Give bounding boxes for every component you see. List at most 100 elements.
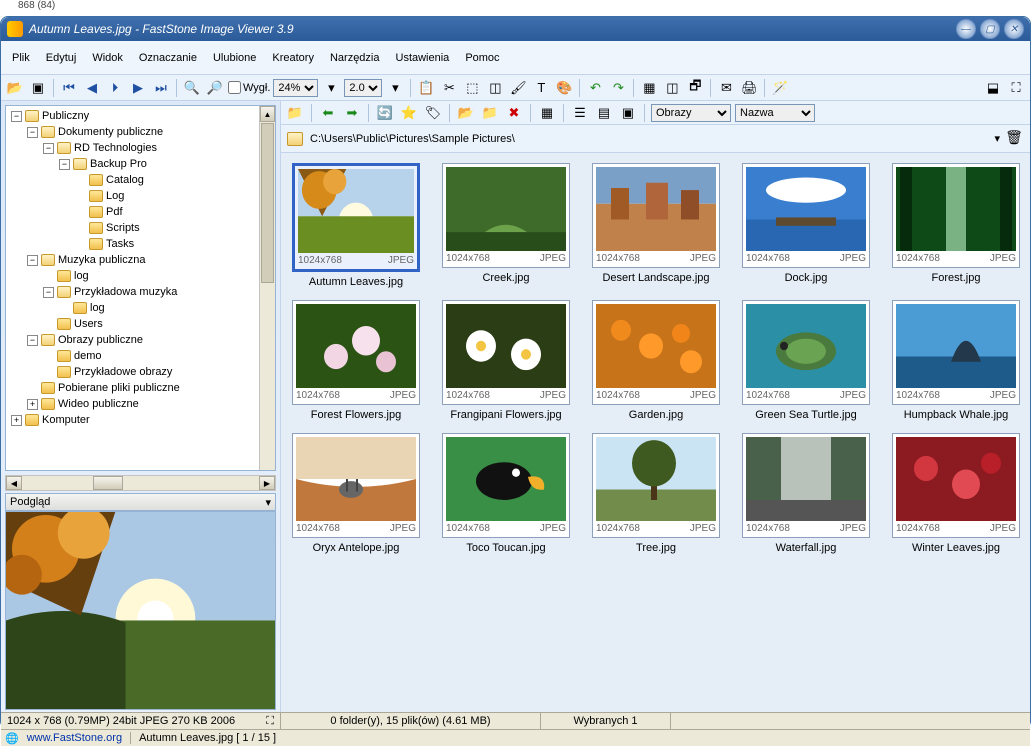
copy-icon[interactable]: 📋 <box>416 78 436 98</box>
expand-icon[interactable]: − <box>43 287 54 298</box>
thumbnail-item[interactable]: 1024x768JPEGOryx Antelope.jpg <box>291 433 421 554</box>
zoom-percent-select[interactable]: 24% <box>273 79 318 97</box>
slideshow-icon[interactable]: ▣ <box>28 78 48 98</box>
menu-file[interactable]: Plik <box>5 46 37 70</box>
favorite-icon[interactable]: ⭐ <box>399 103 419 123</box>
thumbnail-item[interactable]: 1024x768JPEGDock.jpg <box>741 163 871 288</box>
folder-tree[interactable]: −Publiczny −Dokumenty publiczne −RD Tech… <box>5 105 276 471</box>
expand-icon[interactable]: − <box>27 127 38 138</box>
zoom-in-icon[interactable]: 🔍 <box>182 78 202 98</box>
view-checkbox[interactable]: Wygł. <box>228 81 270 94</box>
print-icon[interactable]: 🖨 <box>739 78 759 98</box>
path-text[interactable]: C:\Users\Public\Pictures\Sample Pictures… <box>310 133 990 145</box>
scroll-left-icon[interactable]: ◀ <box>6 476 22 490</box>
thumbnail-item[interactable]: 1024x768JPEGGreen Sea Turtle.jpg <box>741 300 871 421</box>
tree-hscroll[interactable]: ◀ ▶ <box>5 475 276 491</box>
expand-icon[interactable]: − <box>27 335 38 346</box>
browse-folder-icon[interactable]: 📁 <box>285 103 305 123</box>
text-icon[interactable]: T <box>531 78 551 98</box>
path-dropdown-icon[interactable]: ▾ <box>994 132 1000 145</box>
scroll-right-icon[interactable]: ▶ <box>259 476 275 490</box>
menu-edit[interactable]: Edytuj <box>39 46 84 70</box>
minimize-button[interactable]: — <box>956 19 976 39</box>
expand-icon[interactable]: − <box>43 143 54 154</box>
color-icon[interactable]: 🎨 <box>554 78 574 98</box>
tree-scrollbar[interactable]: ▲ <box>259 106 275 470</box>
view-details-icon[interactable]: ▤ <box>594 103 614 123</box>
compare-icon[interactable]: ◫ <box>662 78 682 98</box>
nav-forward-icon[interactable]: ➡ <box>342 103 362 123</box>
menu-tag[interactable]: Oznaczanie <box>132 46 204 70</box>
thumbnail-item[interactable]: 1024x768JPEGToco Toucan.jpg <box>441 433 571 554</box>
thumbnail-item[interactable]: 1024x768JPEGTree.jpg <box>591 433 721 554</box>
dual-pane-icon[interactable]: ⬓ <box>983 78 1003 98</box>
thumbnails-icon[interactable]: ▦ <box>639 78 659 98</box>
menu-settings[interactable]: Ustawienia <box>389 46 457 70</box>
thumbnail-item[interactable]: 1024x768JPEGWinter Leaves.jpg <box>891 433 1021 554</box>
menu-favorites[interactable]: Ulubione <box>206 46 263 70</box>
email-icon[interactable]: ✉ <box>716 78 736 98</box>
thumbnail-item[interactable]: 1024x768JPEGAutumn Leaves.jpg <box>291 163 421 288</box>
first-icon[interactable]: ⏮ <box>59 78 79 98</box>
menu-creators[interactable]: Kreatory <box>265 46 321 70</box>
preview-image[interactable] <box>5 511 276 710</box>
maximize-button[interactable]: ▢ <box>980 19 1000 39</box>
close-button[interactable]: ✕ <box>1004 19 1024 39</box>
delete-icon[interactable]: ✖ <box>504 103 524 123</box>
sort-select[interactable]: Nazwa <box>735 104 815 122</box>
expand-icon[interactable]: − <box>27 255 38 266</box>
folder-up-icon[interactable]: 📂 <box>5 78 25 98</box>
thumbnail-item[interactable]: 1024x768JPEGFrangipani Flowers.jpg <box>441 300 571 421</box>
scale-select[interactable]: 2.0 <box>344 79 382 97</box>
view-tiles-icon[interactable]: ▣ <box>618 103 638 123</box>
hscroll-thumb[interactable] <box>93 476 123 490</box>
play-icon[interactable]: ⏵ <box>105 78 125 98</box>
website-link[interactable]: www.FastStone.org <box>27 732 122 744</box>
expand-icon[interactable]: + <box>11 415 22 426</box>
menu-help[interactable]: Pomoc <box>458 46 506 70</box>
trash-icon[interactable]: 🗑 <box>1004 129 1024 149</box>
crop-icon[interactable]: ⬚ <box>462 78 482 98</box>
last-icon[interactable]: ⏭ <box>151 78 171 98</box>
scale-chevron-icon[interactable]: ▾ <box>385 78 405 98</box>
menu-tools[interactable]: Narzędzia <box>323 46 387 70</box>
rotate-left-icon[interactable]: ↶ <box>585 78 605 98</box>
filter-select[interactable]: Obrazy <box>651 104 731 122</box>
tag-icon[interactable]: 🏷 <box>423 103 443 123</box>
prev-icon[interactable]: ◀ <box>82 78 102 98</box>
brush-icon[interactable]: 🖌 <box>508 78 528 98</box>
fullscreen-icon[interactable]: ⛶ <box>1006 78 1026 98</box>
nav-back-icon[interactable]: ⬅ <box>318 103 338 123</box>
preview-dropdown-icon[interactable]: ▾ <box>265 496 271 509</box>
titlebar[interactable]: Autumn Leaves.jpg - FastStone Image View… <box>1 17 1030 41</box>
expand-icon[interactable]: − <box>11 111 22 122</box>
wand-icon[interactable]: 🪄 <box>770 78 790 98</box>
zoom-chevron-icon[interactable]: ▾ <box>321 78 341 98</box>
thumbnail-item[interactable]: 1024x768JPEGForest Flowers.jpg <box>291 300 421 421</box>
zoom-out-icon[interactable]: 🔎 <box>205 78 225 98</box>
rotate-right-icon[interactable]: ↷ <box>608 78 628 98</box>
thumbnail-item[interactable]: 1024x768JPEGDesert Landscape.jpg <box>591 163 721 288</box>
folder-icon <box>41 254 55 266</box>
expand-icon[interactable]: − <box>59 159 70 170</box>
next-icon[interactable]: ▶ <box>128 78 148 98</box>
fit-icon[interactable]: ⛶ <box>266 715 274 728</box>
thumbnail-item[interactable]: 1024x768JPEGHumpback Whale.jpg <box>891 300 1021 421</box>
thumbnails-area[interactable]: 1024x768JPEGAutumn Leaves.jpg1024x768JPE… <box>281 153 1030 712</box>
expand-icon[interactable]: + <box>27 399 38 410</box>
view-thumb-icon[interactable]: ▦ <box>537 103 557 123</box>
resize-icon[interactable]: ◫ <box>485 78 505 98</box>
thumbnail-item[interactable]: 1024x768JPEGCreek.jpg <box>441 163 571 288</box>
cut-icon[interactable]: ✂ <box>439 78 459 98</box>
move-to-icon[interactable]: 📁 <box>480 103 500 123</box>
menu-view[interactable]: Widok <box>85 46 130 70</box>
scroll-up-icon[interactable]: ▲ <box>260 106 275 122</box>
open-external-icon[interactable]: 🗗 <box>685 78 705 98</box>
refresh-icon[interactable]: 🔄 <box>375 103 395 123</box>
thumbnail-item[interactable]: 1024x768JPEGWaterfall.jpg <box>741 433 871 554</box>
thumbnail-item[interactable]: 1024x768JPEGForest.jpg <box>891 163 1021 288</box>
thumbnail-item[interactable]: 1024x768JPEGGarden.jpg <box>591 300 721 421</box>
view-list-icon[interactable]: ☰ <box>570 103 590 123</box>
scroll-thumb[interactable] <box>261 123 274 283</box>
copy-to-icon[interactable]: 📂 <box>456 103 476 123</box>
